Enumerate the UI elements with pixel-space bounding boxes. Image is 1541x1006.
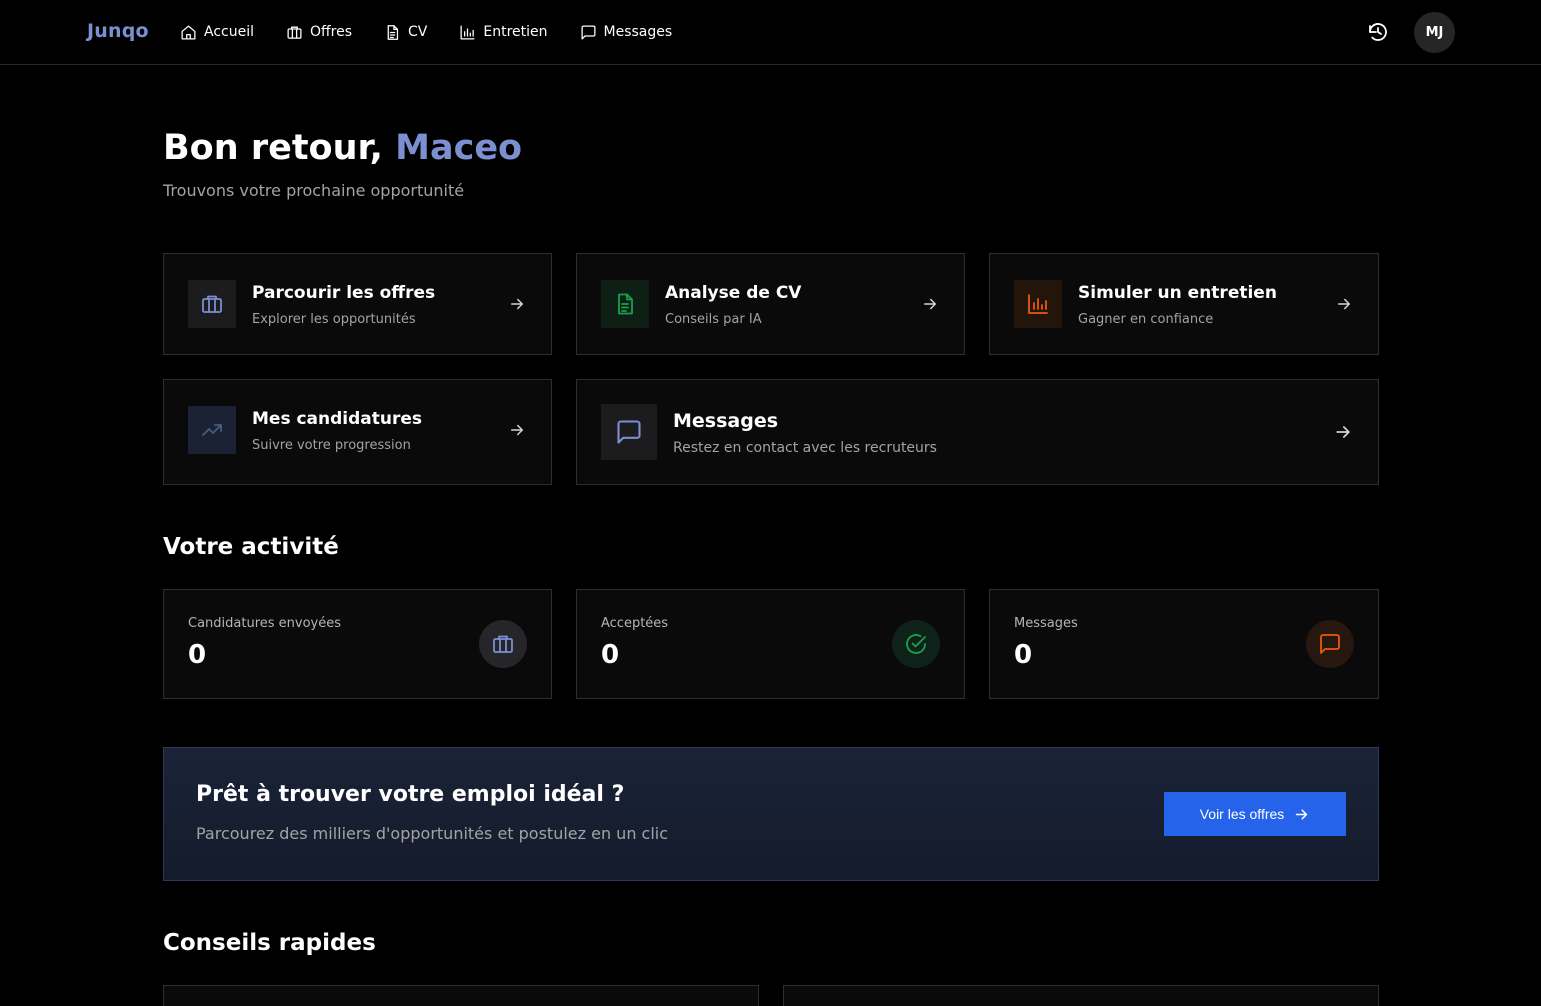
button-label: Voir les offres: [1199, 806, 1285, 822]
stat-label: Acceptées: [601, 616, 669, 631]
nav-item-cv[interactable]: CV: [384, 22, 427, 42]
message-square-icon: [1320, 634, 1340, 654]
card-subtitle: Conseils par IA: [665, 312, 762, 327]
nav-item-label: Accueil: [204, 24, 254, 40]
message-square-icon: [581, 24, 596, 40]
card-subtitle: Restez en contact avec les recruteurs: [673, 440, 937, 456]
cta-title: Prêt à trouver votre emploi idéal ?: [196, 782, 625, 807]
stat-label: Candidatures envoyées: [188, 616, 342, 631]
stat-card-applications-sent: Candidatures envoyées 0: [163, 589, 552, 699]
tips-title: Conseils rapides: [163, 930, 376, 956]
card-subtitle: Explorer les opportunités: [252, 312, 416, 327]
nav-item-entretien[interactable]: Entretien: [459, 22, 548, 42]
quick-action-messages[interactable]: Messages Restez en contact avec les recr…: [576, 379, 1379, 485]
icon-box: [188, 406, 236, 454]
nav-item-label: CV: [408, 24, 428, 40]
arrow-right-icon: [1336, 426, 1350, 438]
nav-item-messages[interactable]: Messages: [580, 22, 673, 42]
user-avatar[interactable]: MJ: [1414, 12, 1455, 53]
quick-action-cv-analysis[interactable]: Analyse de CV Conseils par IA: [576, 253, 965, 355]
message-square-icon: [617, 420, 641, 444]
main-nav: Accueil Offres CV Entretien Messages: [180, 22, 704, 42]
page-title: Bon retour, Maceo: [163, 128, 522, 168]
app-logo[interactable]: Junqo: [87, 20, 149, 42]
bar-chart-icon: [1028, 294, 1048, 314]
home-icon: [181, 24, 196, 40]
arrow-right-icon: [1296, 808, 1308, 820]
card-title: Parcourir les offres: [252, 283, 436, 303]
nav-item-label: Entretien: [483, 24, 548, 40]
file-text-icon: [387, 24, 399, 40]
cta-subtitle: Parcourez des milliers d'opportunités et…: [196, 824, 669, 843]
briefcase-icon: [202, 295, 222, 313]
stat-label: Messages: [1014, 616, 1078, 631]
nav-item-accueil[interactable]: Accueil: [180, 22, 254, 42]
nav-item-label: Offres: [310, 24, 353, 40]
stat-value: 0: [601, 640, 620, 670]
stat-icon-circle: [892, 620, 940, 668]
briefcase-icon: [287, 26, 302, 39]
tip-card: [783, 985, 1379, 1006]
nav-item-label: Messages: [603, 24, 673, 40]
trending-up-icon: [202, 424, 222, 436]
user-name: Maceo: [395, 128, 523, 168]
check-circle-icon: [906, 634, 926, 654]
quick-action-interview-sim[interactable]: Simuler un entretien Gagner en confiance: [989, 253, 1379, 355]
stat-icon-circle: [1306, 620, 1354, 668]
stat-value: 0: [1014, 640, 1033, 670]
arrow-right-icon: [511, 298, 523, 310]
activity-title: Votre activité: [163, 534, 339, 560]
stat-card-accepted: Acceptées 0: [576, 589, 965, 699]
bar-chart-icon: [460, 24, 475, 40]
icon-box: [601, 280, 649, 328]
card-subtitle: Gagner en confiance: [1078, 312, 1214, 327]
view-offers-button[interactable]: Voir les offres: [1164, 792, 1346, 836]
quick-action-applications[interactable]: Mes candidatures Suivre votre progressio…: [163, 379, 552, 485]
stat-card-messages: Messages 0: [989, 589, 1379, 699]
card-title: Analyse de CV: [665, 283, 802, 303]
greeting-prefix: Bon retour,: [163, 128, 383, 168]
card-subtitle: Suivre votre progression: [252, 438, 411, 453]
card-title: Mes candidatures: [252, 409, 423, 429]
file-text-icon: [618, 293, 633, 315]
stat-icon-circle: [479, 620, 527, 668]
icon-box: [1014, 280, 1062, 328]
top-navbar: Junqo Accueil Offres CV Entretien Messag…: [0, 0, 1541, 65]
history-button[interactable]: [1366, 20, 1390, 44]
briefcase-icon: [493, 635, 513, 653]
arrow-right-icon: [511, 424, 523, 436]
icon-box: [601, 404, 657, 460]
tip-card: [163, 985, 759, 1006]
arrow-right-icon: [924, 298, 936, 310]
quick-action-browse-offers[interactable]: Parcourir les offres Explorer les opport…: [163, 253, 552, 355]
arrow-right-icon: [1338, 298, 1350, 310]
nav-item-offres[interactable]: Offres: [286, 22, 352, 42]
cta-banner: Prêt à trouver votre emploi idéal ? Parc…: [163, 747, 1379, 881]
page-subtitle: Trouvons votre prochaine opportunité: [163, 181, 465, 200]
card-title: Simuler un entretien: [1078, 283, 1277, 303]
icon-box: [188, 280, 236, 328]
stat-value: 0: [188, 640, 207, 670]
card-title: Messages: [673, 410, 779, 432]
history-icon: [1369, 23, 1387, 41]
